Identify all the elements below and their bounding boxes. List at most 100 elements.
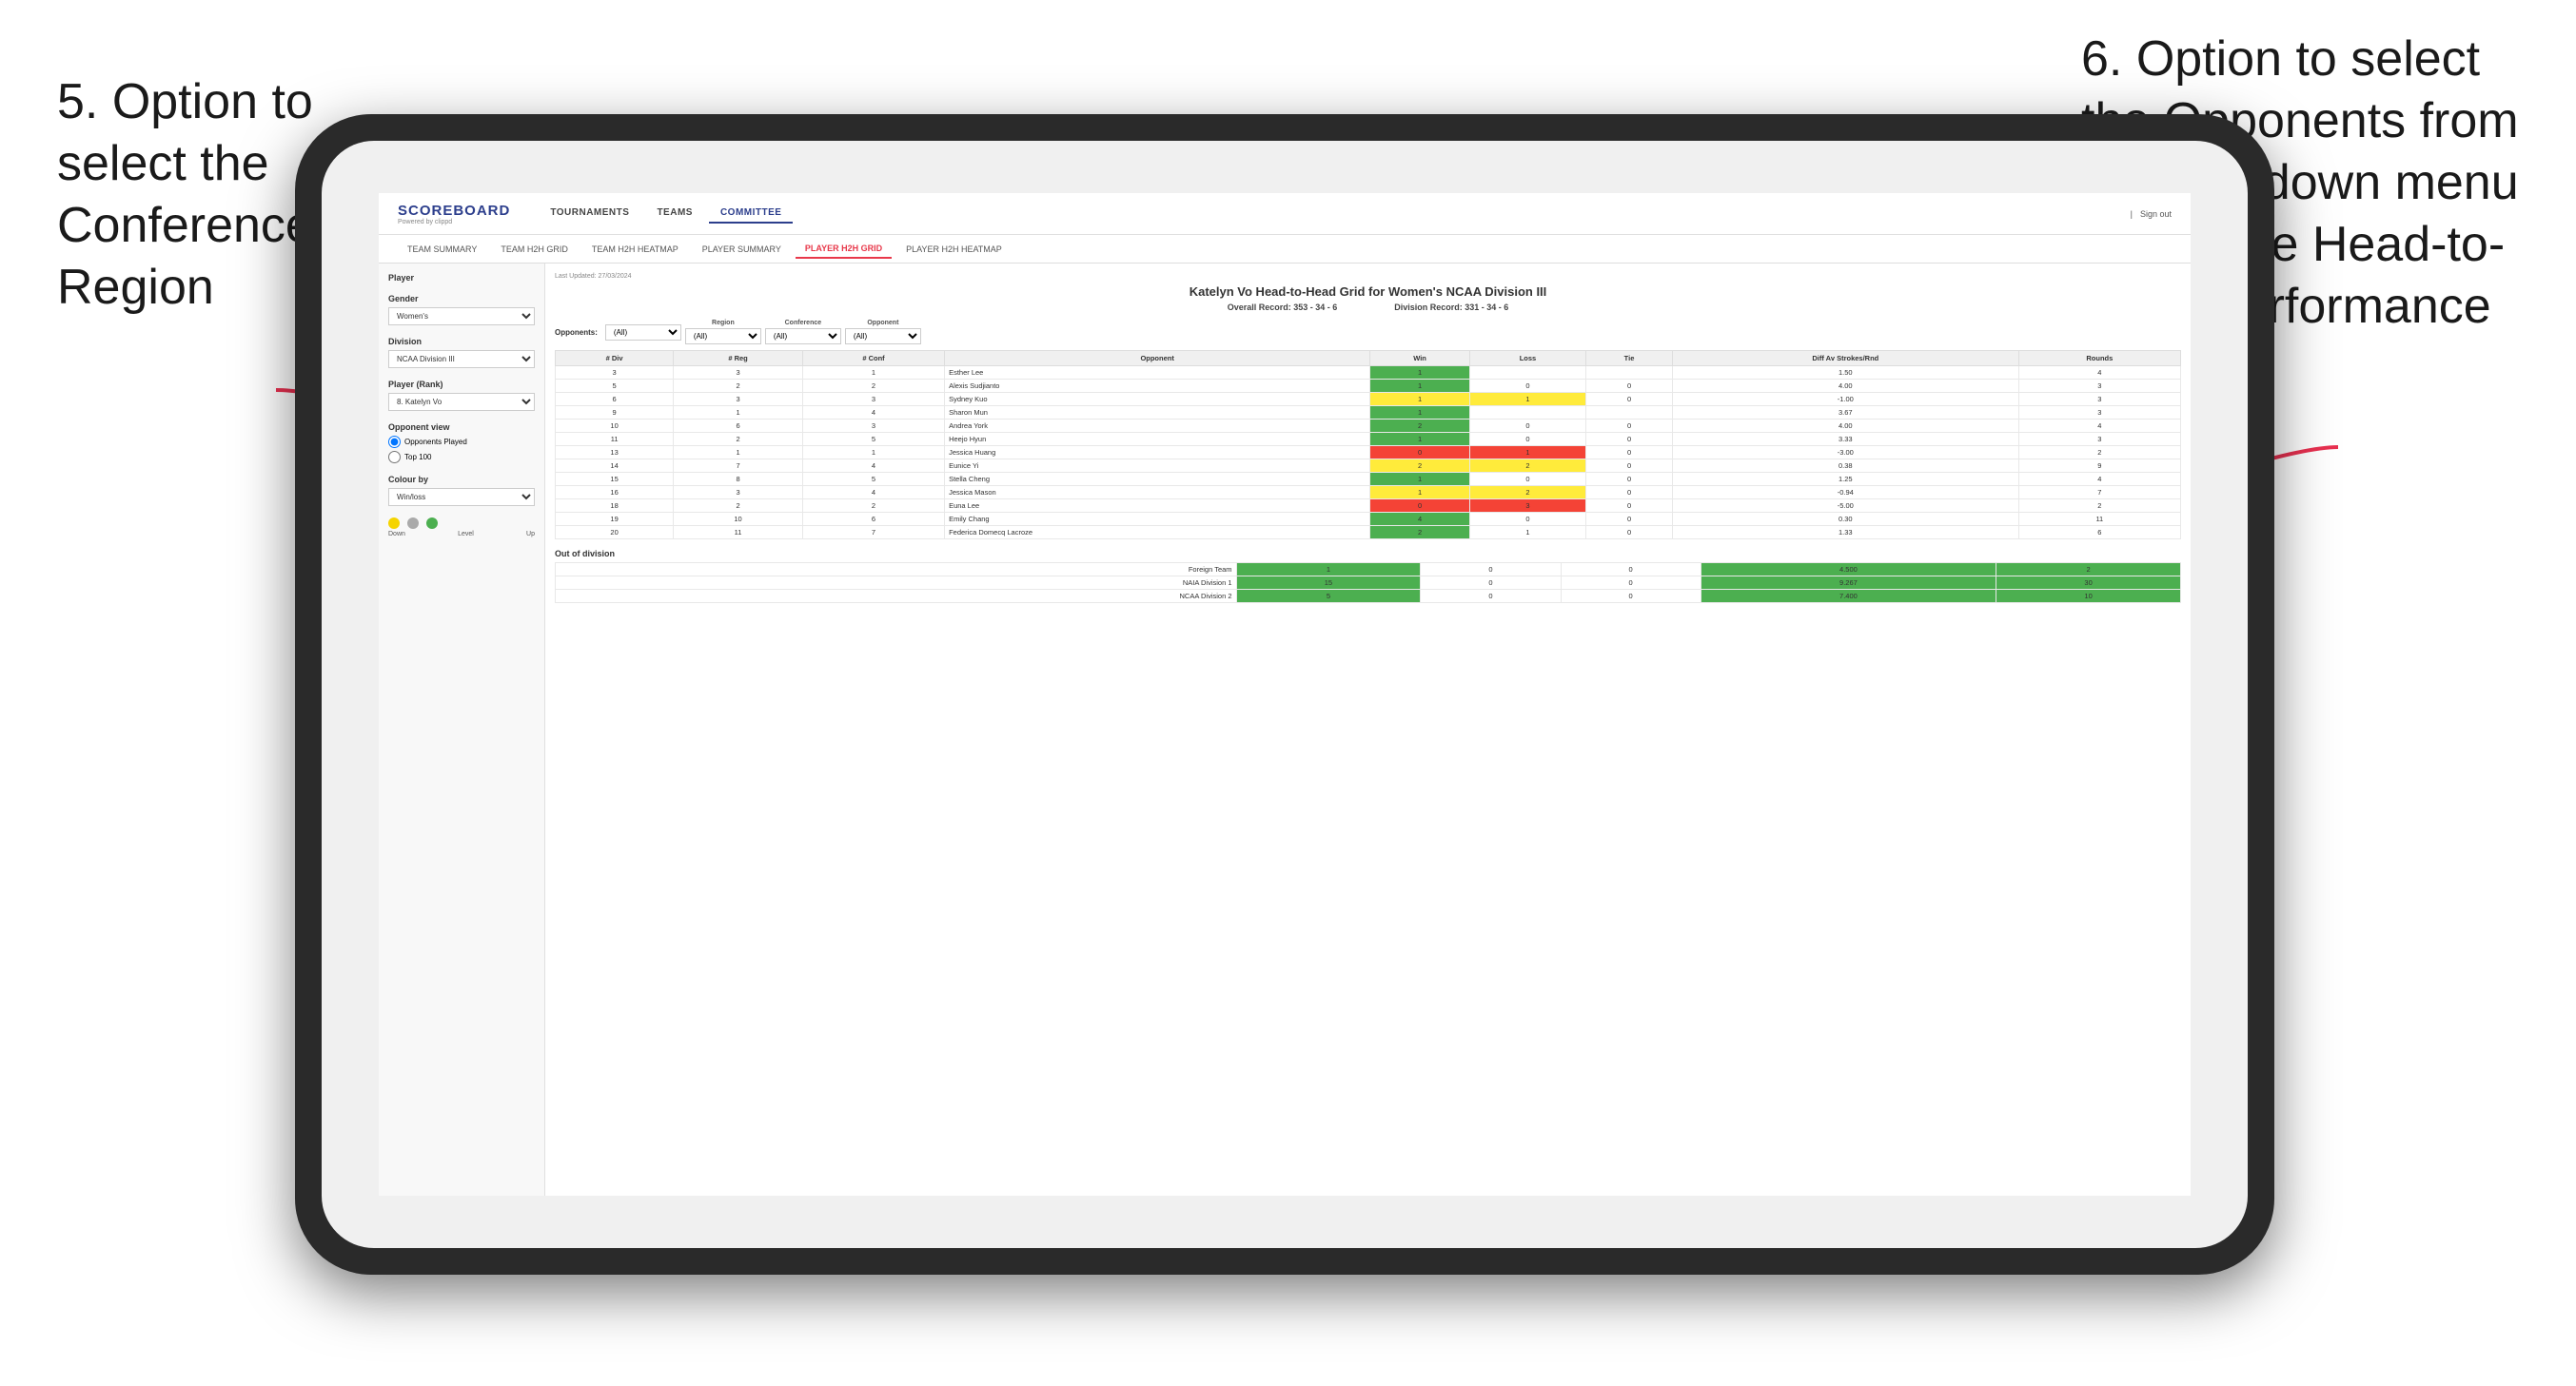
table-header-row: # Div # Reg # Conf Opponent Win Loss Tie… xyxy=(556,351,2181,366)
table-row: 1474Eunice Yi2200.389 xyxy=(556,459,2181,473)
table-row: 633Sydney Kuo110-1.003 xyxy=(556,393,2181,406)
report-title: Katelyn Vo Head-to-Head Grid for Women's… xyxy=(555,284,2181,299)
sidebar-opponent-radios: Opponents Played Top 100 xyxy=(388,436,535,463)
color-dot-down xyxy=(388,517,400,529)
main-nav: TOURNAMENTS TEAMS COMMITTEE xyxy=(539,204,2130,224)
nav-teams[interactable]: TEAMS xyxy=(645,204,704,224)
color-labels: Down Level Up xyxy=(388,531,535,537)
color-label-level: Level xyxy=(458,531,474,537)
table-row: 1311Jessica Huang010-3.002 xyxy=(556,446,2181,459)
opponent-select[interactable]: (All) xyxy=(845,328,921,344)
opponent-filter-group: Opponent (All) xyxy=(845,320,921,344)
col-win: Win xyxy=(1370,351,1470,366)
tab-team-summary[interactable]: TEAM SUMMARY xyxy=(398,241,486,258)
conference-select[interactable]: (All) xyxy=(765,328,841,344)
nav-committee[interactable]: COMMITTEE xyxy=(709,204,794,224)
table-row: Foreign Team1004.5002 xyxy=(556,563,2181,576)
col-div: # Div xyxy=(556,351,674,366)
color-dot-up xyxy=(426,517,438,529)
opponents-filter-select[interactable]: (All) xyxy=(605,324,681,341)
sidebar-gender-label: Gender xyxy=(388,294,535,303)
filter-row: Opponents: (All) Region (All) Conference xyxy=(555,320,2181,344)
sidebar-gender-select[interactable]: Women's xyxy=(388,307,535,325)
col-reg: # Reg xyxy=(674,351,803,366)
radio-top100[interactable] xyxy=(388,451,401,463)
table-row: 1822Euna Lee030-5.002 xyxy=(556,499,2181,513)
col-opponent: Opponent xyxy=(945,351,1370,366)
opponent-label: Opponent xyxy=(845,320,921,326)
sidebar-player-label: Player xyxy=(388,273,535,283)
tablet-screen-area: SCOREBOARD Powered by clippd TOURNAMENTS… xyxy=(322,141,2248,1248)
radio-top100-label: Top 100 xyxy=(404,453,431,461)
tab-player-h2h-heatmap[interactable]: PLAYER H2H HEATMAP xyxy=(896,241,1012,258)
table-row: NAIA Division 115009.26730 xyxy=(556,576,2181,590)
sidebar-opponent-view-section: Opponent view Opponents Played Top 100 xyxy=(388,422,535,463)
region-select[interactable]: (All) xyxy=(685,328,761,344)
overall-record: Overall Record: 353 - 34 - 6 xyxy=(1228,303,1338,312)
sidebar: Player Gender Women's Division NCAA Divi… xyxy=(379,264,545,1196)
sidebar-colour-section: Colour by Win/loss xyxy=(388,475,535,506)
col-loss: Loss xyxy=(1469,351,1585,366)
tab-player-summary[interactable]: PLAYER SUMMARY xyxy=(693,241,791,258)
color-label-up: Up xyxy=(526,531,535,537)
sidebar-player-rank-select[interactable]: 8. Katelyn Vo xyxy=(388,393,535,411)
tab-player-h2h-grid[interactable]: PLAYER H2H GRID xyxy=(796,240,892,259)
table-row: 1585Stella Cheng1001.254 xyxy=(556,473,2181,486)
conference-filter-group: Conference (All) xyxy=(765,320,841,344)
sidebar-division-label: Division xyxy=(388,337,535,346)
col-diff: Diff Av Strokes/Rnd xyxy=(1672,351,2018,366)
sidebar-radio-top100[interactable]: Top 100 xyxy=(388,451,535,463)
tab-team-h2h-heatmap[interactable]: TEAM H2H HEATMAP xyxy=(582,241,688,258)
sidebar-colour-select[interactable]: Win/loss xyxy=(388,488,535,506)
table-row: 19106Emily Chang4000.3011 xyxy=(556,513,2181,526)
sidebar-colour-label: Colour by xyxy=(388,475,535,484)
sidebar-color-scale: Down Level Up xyxy=(388,517,535,537)
app-header: SCOREBOARD Powered by clippd TOURNAMENTS… xyxy=(379,193,2191,235)
table-row: 522Alexis Sudjianto1004.003 xyxy=(556,380,2181,393)
out-of-division-table: Foreign Team1004.5002NAIA Division 11500… xyxy=(555,562,2181,603)
conference-label: Conference xyxy=(765,320,841,326)
sidebar-radio-played[interactable]: Opponents Played xyxy=(388,436,535,448)
table-row: 1634Jessica Mason120-0.947 xyxy=(556,486,2181,499)
tab-team-h2h-grid[interactable]: TEAM H2H GRID xyxy=(491,241,578,258)
col-tie: Tie xyxy=(1586,351,1673,366)
table-row: 1125Heejo Hyun1003.333 xyxy=(556,433,2181,446)
radio-opponents-played[interactable] xyxy=(388,436,401,448)
table-row: 914Sharon Mun13.673 xyxy=(556,406,2181,420)
sidebar-division-select[interactable]: NCAA Division III xyxy=(388,350,535,368)
division-record: Division Record: 331 - 34 - 6 xyxy=(1394,303,1508,312)
table-row: 20117Federica Domecq Lacroze2101.336 xyxy=(556,526,2181,539)
last-updated: Last Updated: 27/03/2024 xyxy=(555,273,2181,280)
logo-sub: Powered by clippd xyxy=(398,219,510,225)
records-row: Overall Record: 353 - 34 - 6 Division Re… xyxy=(555,303,2181,312)
sidebar-opponent-view-label: Opponent view xyxy=(388,422,535,432)
sidebar-player-section: Player xyxy=(388,273,535,283)
separator: | xyxy=(2131,209,2133,219)
color-label-down: Down xyxy=(388,531,405,537)
region-label: Region xyxy=(685,320,761,326)
nav-tournaments[interactable]: TOURNAMENTS xyxy=(539,204,640,224)
main-data-table: # Div # Reg # Conf Opponent Win Loss Tie… xyxy=(555,350,2181,539)
color-dots xyxy=(388,517,535,529)
region-filter-group: Region (All) xyxy=(685,320,761,344)
opponents-filter-label: Opponents: xyxy=(555,328,598,337)
table-row: 1063Andrea York2004.004 xyxy=(556,420,2181,433)
logo-text: SCOREBOARD xyxy=(398,203,510,219)
header-right: | Sign out xyxy=(2131,209,2172,219)
sidebar-player-rank-section: Player (Rank) 8. Katelyn Vo xyxy=(388,380,535,411)
sub-nav: TEAM SUMMARY TEAM H2H GRID TEAM H2H HEAT… xyxy=(379,235,2191,264)
right-panel: Last Updated: 27/03/2024 Katelyn Vo Head… xyxy=(545,264,2191,1196)
sign-out-link[interactable]: Sign out xyxy=(2140,209,2172,219)
color-dot-level xyxy=(407,517,419,529)
sidebar-player-rank-label: Player (Rank) xyxy=(388,380,535,389)
table-row: NCAA Division 25007.40010 xyxy=(556,590,2181,603)
radio-played-label: Opponents Played xyxy=(404,438,467,446)
sidebar-gender-section: Gender Women's xyxy=(388,294,535,325)
out-of-division-header: Out of division xyxy=(555,549,2181,558)
table-row: 331Esther Lee11.504 xyxy=(556,366,2181,380)
col-rounds: Rounds xyxy=(2018,351,2180,366)
main-content: Player Gender Women's Division NCAA Divi… xyxy=(379,264,2191,1196)
sidebar-division-section: Division NCAA Division III xyxy=(388,337,535,368)
app-screen: SCOREBOARD Powered by clippd TOURNAMENTS… xyxy=(379,193,2191,1196)
tablet-device: SCOREBOARD Powered by clippd TOURNAMENTS… xyxy=(295,114,2274,1275)
